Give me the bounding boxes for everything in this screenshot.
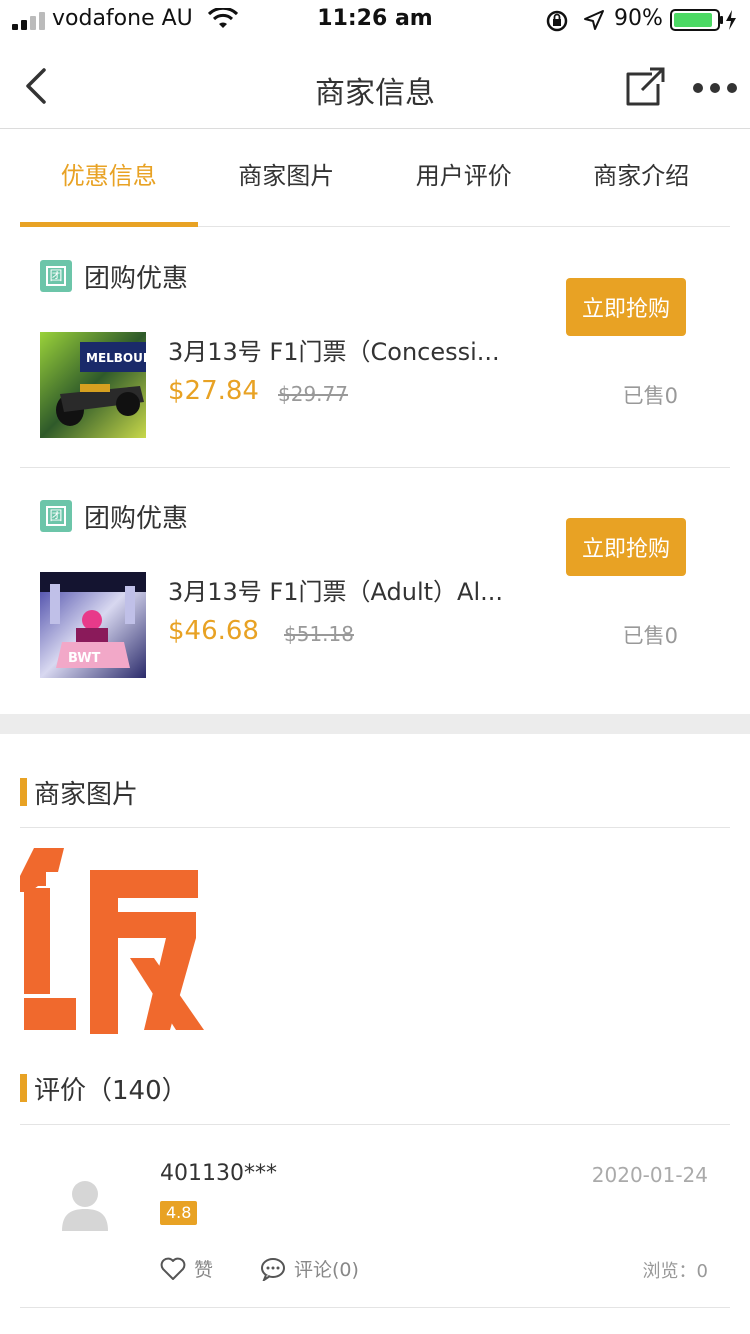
nav-bar: 商家信息 bbox=[0, 40, 750, 129]
like-label: 赞 bbox=[194, 1259, 214, 1281]
deal-type-label: 团购优惠 bbox=[84, 503, 189, 534]
group-buy-icon: 团 bbox=[40, 260, 72, 292]
tab-offers[interactable]: 优惠信息 bbox=[20, 130, 198, 227]
section-title: 商家图片 bbox=[34, 780, 139, 810]
deal-original-price: $51.18 bbox=[284, 622, 354, 646]
deal-card[interactable]: 团 团购优惠 BWT 3月13号 F1门票（Adult）Al... $46.68… bbox=[20, 468, 730, 708]
reviews-section-header: 评价（140） bbox=[20, 1050, 730, 1124]
deal-card[interactable]: 团 团购优惠 MELBOURN 3月13号 F1门票（Concessi... $… bbox=[20, 228, 730, 468]
deal-original-price: $29.77 bbox=[278, 382, 348, 406]
section-title: 评价（140） bbox=[34, 1076, 188, 1106]
comment-label: 评论(0) bbox=[294, 1259, 359, 1281]
buy-now-button[interactable]: 立即抢购 bbox=[566, 278, 686, 336]
section-accent-bar bbox=[20, 778, 27, 806]
rotation-lock-icon bbox=[546, 10, 568, 32]
deal-thumbnail-f1-car[interactable]: MELBOURN bbox=[40, 332, 146, 438]
share-icon[interactable] bbox=[622, 66, 666, 108]
like-button[interactable]: 赞 bbox=[160, 1255, 213, 1282]
review-score-badge: 4.8 bbox=[160, 1201, 198, 1225]
battery-percent: 90% bbox=[614, 6, 663, 31]
sold-count: 已售0 bbox=[622, 624, 678, 648]
svg-text:MELBOURN: MELBOURN bbox=[86, 351, 146, 365]
review-item[interactable]: 401130*** 2020-01-24 4.8 赞 评论(0) 浏览：0 bbox=[20, 1124, 730, 1308]
deal-type-label: 团购优惠 bbox=[84, 263, 189, 294]
review-username: 401130*** bbox=[160, 1161, 277, 1186]
deal-thumbnail-f1-car[interactable]: BWT bbox=[40, 572, 146, 678]
photos-section-header: 商家图片 bbox=[20, 754, 730, 828]
comment-bubble-icon bbox=[261, 1257, 285, 1281]
tab-bar: 优惠信息 商家图片 用户评价 商家介绍 bbox=[20, 130, 730, 227]
location-icon bbox=[584, 10, 604, 30]
merchant-logo-image[interactable] bbox=[20, 848, 206, 1034]
avatar-placeholder-icon bbox=[62, 1181, 108, 1231]
sold-count: 已售0 bbox=[622, 384, 678, 408]
heart-icon bbox=[160, 1257, 186, 1280]
view-count: 浏览：0 bbox=[642, 1261, 708, 1282]
deal-header: 团 团购优惠 bbox=[40, 500, 189, 534]
buy-now-button[interactable]: 立即抢购 bbox=[566, 518, 686, 576]
section-separator bbox=[0, 714, 750, 734]
more-dots-icon[interactable] bbox=[690, 78, 740, 98]
battery-icon bbox=[670, 9, 736, 31]
deal-price: $46.68 bbox=[168, 616, 259, 646]
tab-reviews[interactable]: 用户评价 bbox=[375, 130, 553, 226]
tab-intro[interactable]: 商家介绍 bbox=[553, 130, 731, 226]
section-accent-bar bbox=[20, 1074, 27, 1102]
comment-button[interactable]: 评论(0) bbox=[260, 1255, 359, 1282]
deal-header: 团 团购优惠 bbox=[40, 260, 189, 294]
deal-price: $27.84 bbox=[168, 376, 259, 406]
status-bar: vodafone AU 11:26 am 90% bbox=[0, 0, 750, 40]
deal-title[interactable]: 3月13号 F1门票（Adult）Al... bbox=[168, 572, 548, 607]
deal-title[interactable]: 3月13号 F1门票（Concessi... bbox=[168, 332, 548, 367]
svg-text:BWT: BWT bbox=[68, 651, 101, 666]
review-date: 2020-01-24 bbox=[591, 1163, 708, 1187]
tab-photos[interactable]: 商家图片 bbox=[198, 130, 376, 226]
group-buy-icon: 团 bbox=[40, 500, 72, 532]
